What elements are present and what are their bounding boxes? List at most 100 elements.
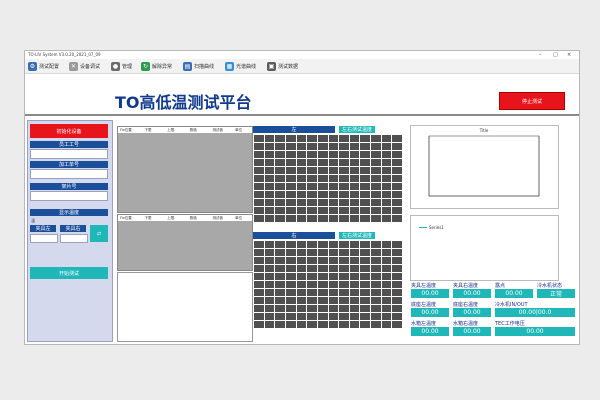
- minimize-icon[interactable]: –: [539, 52, 542, 58]
- device-cell[interactable]: [349, 265, 360, 272]
- device-cell[interactable]: [296, 167, 307, 174]
- device-cell[interactable]: [339, 305, 349, 312]
- device-cell[interactable]: [381, 281, 392, 288]
- device-cell[interactable]: [339, 257, 349, 264]
- device-cell[interactable]: [339, 143, 349, 150]
- device-cell[interactable]: [360, 281, 371, 288]
- device-cell[interactable]: [254, 215, 264, 222]
- toolbar-button-config[interactable]: ⚙ 测试配置: [28, 61, 59, 71]
- device-cell[interactable]: [328, 249, 339, 256]
- device-cell[interactable]: [381, 257, 392, 264]
- device-cell[interactable]: [317, 159, 328, 166]
- device-cell[interactable]: [381, 151, 392, 158]
- device-cell[interactable]: [296, 191, 307, 198]
- device-cell[interactable]: [307, 257, 317, 264]
- device-cell[interactable]: [360, 175, 371, 182]
- device-cell[interactable]: [317, 313, 328, 320]
- device-cell[interactable]: [328, 281, 339, 288]
- device-cell[interactable]: [360, 273, 371, 280]
- device-cell[interactable]: [339, 313, 349, 320]
- device-cell[interactable]: [285, 257, 296, 264]
- device-cell[interactable]: [381, 167, 392, 174]
- device-cell[interactable]: [328, 273, 339, 280]
- device-cell[interactable]: [349, 305, 360, 312]
- device-cell[interactable]: [339, 241, 349, 248]
- device-cell[interactable]: [339, 289, 349, 296]
- device-cell[interactable]: [360, 151, 371, 158]
- device-cell[interactable]: [349, 207, 360, 214]
- device-cell[interactable]: [360, 321, 371, 328]
- device-cell[interactable]: [371, 305, 381, 312]
- device-cell[interactable]: [296, 321, 307, 328]
- device-cell[interactable]: [307, 191, 317, 198]
- device-cell[interactable]: [307, 297, 317, 304]
- device-cell[interactable]: [328, 183, 339, 190]
- toolbar-button-scan-curve[interactable]: ▤ 扫描曲线: [183, 61, 214, 71]
- device-cell[interactable]: [275, 313, 285, 320]
- device-cell[interactable]: [339, 321, 349, 328]
- device-cell[interactable]: [285, 135, 296, 142]
- device-cell[interactable]: [264, 207, 275, 214]
- cart-no-select[interactable]: [30, 191, 108, 201]
- device-cell[interactable]: [254, 143, 264, 150]
- device-cell[interactable]: [275, 305, 285, 312]
- device-cell[interactable]: [381, 175, 392, 182]
- device-cell[interactable]: [339, 151, 349, 158]
- device-cell[interactable]: [317, 151, 328, 158]
- device-cell[interactable]: [317, 297, 328, 304]
- device-cell[interactable]: [285, 191, 296, 198]
- device-cell[interactable]: [328, 321, 339, 328]
- device-cell[interactable]: [328, 241, 339, 248]
- device-cell[interactable]: [307, 273, 317, 280]
- device-cell[interactable]: [317, 265, 328, 272]
- device-cell[interactable]: [254, 207, 264, 214]
- device-cell[interactable]: [392, 199, 402, 206]
- maximize-icon[interactable]: □: [553, 52, 558, 58]
- device-cell[interactable]: [371, 167, 381, 174]
- device-cell[interactable]: [285, 159, 296, 166]
- device-cell[interactable]: [392, 207, 402, 214]
- device-cell[interactable]: [392, 151, 402, 158]
- device-cell[interactable]: [381, 215, 392, 222]
- device-cell[interactable]: [328, 159, 339, 166]
- device-cell[interactable]: [296, 241, 307, 248]
- device-cell[interactable]: [307, 241, 317, 248]
- device-cell[interactable]: [349, 241, 360, 248]
- device-cell[interactable]: [254, 257, 264, 264]
- device-cell[interactable]: [264, 297, 275, 304]
- device-cell[interactable]: [317, 257, 328, 264]
- device-cell[interactable]: [254, 305, 264, 312]
- toolbar-button-debug[interactable]: ✕ 设备调试: [69, 61, 100, 71]
- device-cell[interactable]: [360, 313, 371, 320]
- device-cell[interactable]: [360, 191, 371, 198]
- device-cell[interactable]: [296, 281, 307, 288]
- device-cell[interactable]: [264, 175, 275, 182]
- device-cell[interactable]: [285, 305, 296, 312]
- device-cell[interactable]: [264, 215, 275, 222]
- device-cell[interactable]: [381, 135, 392, 142]
- device-cell[interactable]: [275, 289, 285, 296]
- device-cell[interactable]: [371, 143, 381, 150]
- device-cell[interactable]: [285, 207, 296, 214]
- device-cell[interactable]: [381, 289, 392, 296]
- device-cell[interactable]: [360, 215, 371, 222]
- device-cell[interactable]: [264, 305, 275, 312]
- device-cell[interactable]: [349, 281, 360, 288]
- device-cell[interactable]: [285, 151, 296, 158]
- device-cell[interactable]: [307, 305, 317, 312]
- stop-test-button[interactable]: 停止测试: [499, 92, 565, 110]
- device-cell[interactable]: [307, 265, 317, 272]
- device-cell[interactable]: [317, 207, 328, 214]
- device-cell[interactable]: [371, 313, 381, 320]
- device-cell[interactable]: [371, 281, 381, 288]
- device-cell[interactable]: [371, 207, 381, 214]
- device-cell[interactable]: [339, 215, 349, 222]
- device-cell[interactable]: [328, 297, 339, 304]
- device-cell[interactable]: [254, 265, 264, 272]
- device-cell[interactable]: [360, 257, 371, 264]
- device-cell[interactable]: [328, 207, 339, 214]
- device-cell[interactable]: [392, 159, 402, 166]
- device-cell[interactable]: [317, 191, 328, 198]
- device-cell[interactable]: [296, 183, 307, 190]
- device-cell[interactable]: [392, 167, 402, 174]
